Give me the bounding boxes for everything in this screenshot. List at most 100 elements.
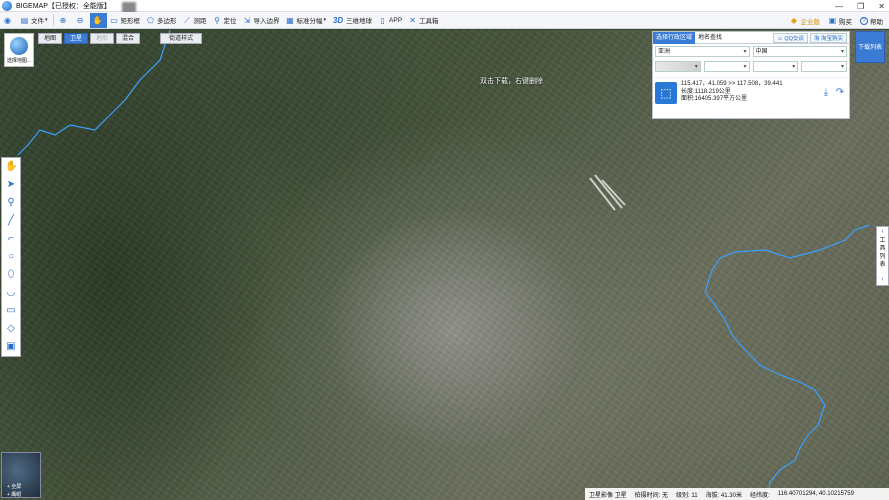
main-toolbar: ◉ ▤ 文件 ▾ ⊕ ⊖ ✋ ▭ 矩形框 ⬠ 多边形 ⟋ 测距 ⚲ 定位 ⇲ 导入边界 ▦ 标准… bbox=[0, 12, 889, 29]
polygon-select-button[interactable]: ⬠ 多边形 bbox=[143, 13, 180, 28]
tab-place-search[interactable]: 地名查找 bbox=[695, 32, 725, 44]
map-source-selector[interactable]: 选择地图... bbox=[4, 33, 34, 67]
standard-sheet-button[interactable]: ▦ 标准分幅 ▾ bbox=[283, 13, 330, 28]
3d-icon: 3D bbox=[332, 15, 344, 25]
map-hint-text: 双击下载，右键删除 bbox=[480, 78, 543, 85]
continent-select[interactable]: 亚洲 bbox=[655, 46, 750, 57]
polyline-icon[interactable]: ⌐ bbox=[5, 232, 17, 245]
ruler-icon: ⟋ bbox=[184, 15, 190, 25]
help-button[interactable]: ? 帮助 bbox=[858, 13, 885, 28]
tab-satellite[interactable]: 卫星 bbox=[64, 33, 89, 44]
buy-button[interactable]: ▣ 购买 bbox=[826, 13, 854, 28]
globe-icon: ◉ bbox=[4, 15, 11, 25]
runway-marks bbox=[589, 174, 626, 211]
tab-map[interactable]: 地图 bbox=[38, 33, 63, 44]
map-type-tabs: 地图 卫星 地形 混合 街道样式 bbox=[38, 33, 203, 44]
measure-distance-button[interactable]: ⟋ 测距 bbox=[180, 13, 210, 28]
cart-icon: ▣ bbox=[828, 16, 837, 25]
toolbar-right-group: ◆ 企业版 ▣ 购买 ? 帮助 bbox=[788, 12, 886, 29]
locate-pin-icon: ⚲ bbox=[214, 15, 220, 25]
district-select[interactable] bbox=[752, 61, 799, 72]
status-layer: 卫星影像 卫星 bbox=[589, 492, 627, 499]
zoom-in-button[interactable]: ⊕ bbox=[56, 13, 73, 28]
download-icon[interactable]: ⤓ bbox=[819, 87, 833, 98]
qq-chat-button[interactable]: ☺ QQ交谈 bbox=[773, 32, 808, 43]
toolbox-icon: ✕ bbox=[409, 15, 416, 25]
close-icon[interactable]: ✕ bbox=[878, 2, 885, 11]
taobao-buy-button[interactable]: 淘 淘宝购买 bbox=[809, 32, 847, 43]
drawing-tools: ✋ ➤ ⚲ ╱ ⌐ ○ ⬯ ◡ ▭ ◇ ▣ bbox=[1, 157, 21, 357]
province-select[interactable] bbox=[655, 61, 701, 72]
country-select[interactable]: 中国 bbox=[752, 46, 847, 57]
import-boundary-button[interactable]: ⇲ 导入边界 bbox=[240, 13, 283, 28]
taobao-icon: 淘 bbox=[813, 35, 820, 42]
tool-list-tab[interactable]: ‹ 工 具 列 表 ‹ bbox=[876, 226, 889, 286]
app-button[interactable]: ▯ APP bbox=[375, 13, 405, 28]
toolbar-divider bbox=[52, 14, 54, 26]
city-select[interactable] bbox=[703, 61, 750, 72]
pointer-icon[interactable]: ➤ bbox=[5, 178, 17, 191]
file-menu-button[interactable]: ▤ 文件 ▾ bbox=[17, 13, 51, 28]
qq-icon: ☺ bbox=[777, 35, 783, 42]
line-icon[interactable]: ╱ bbox=[5, 214, 17, 227]
import-boundary-icon: ⇲ bbox=[243, 15, 251, 25]
rectangle-icon[interactable]: ▭ bbox=[5, 304, 17, 317]
download-list-button[interactable]: 下载列表 bbox=[855, 31, 885, 63]
minimize-icon[interactable]: — bbox=[835, 2, 843, 11]
title-bar: BIGEMAP【已授权：全能版】 — ❐ ✕ bbox=[0, 0, 889, 14]
eagle-eye-label[interactable]: + 鹰眼 bbox=[7, 491, 21, 498]
region-row-1: 亚洲 中国 bbox=[653, 44, 849, 59]
region-row-2 bbox=[653, 59, 849, 74]
ellipse-icon[interactable]: ⬯ bbox=[5, 268, 17, 281]
chevron-left-icon: ‹ bbox=[881, 276, 884, 283]
status-capture-time: 拍摄时间: 无 bbox=[634, 492, 669, 499]
status-coords: 116.40701294, 40.10215759 bbox=[777, 491, 854, 497]
enterprise-button[interactable]: ◆ 企业版 bbox=[788, 13, 823, 28]
selection-area-icon: ⬚ bbox=[655, 81, 677, 104]
street-style-button[interactable]: 街道样式 bbox=[160, 33, 203, 44]
tab-terrain[interactable]: 地形 bbox=[90, 33, 115, 44]
app-logo-icon bbox=[2, 0, 12, 11]
town-select[interactable] bbox=[801, 61, 847, 72]
status-bar: 卫星影像 卫星 拍摄时间: 无 级别: 11 海拔: 41.30米 经纬度: 1… bbox=[585, 488, 889, 500]
range-text: 115.417，41.059 >> 117.508，39.441 bbox=[681, 81, 783, 88]
tab-hybrid[interactable]: 混合 bbox=[116, 33, 141, 44]
pan-button[interactable]: ✋ bbox=[89, 12, 107, 28]
area-text: 面积:16405.397平方公里 bbox=[681, 96, 748, 103]
globe-icon bbox=[10, 37, 28, 55]
circle-icon[interactable]: ○ bbox=[5, 250, 17, 263]
app-phone-icon: ▯ bbox=[380, 15, 385, 25]
minimap[interactable]: + 全屏 + 鹰眼 bbox=[1, 452, 41, 498]
zoom-out-button[interactable]: ⊖ bbox=[73, 13, 90, 28]
rectangle-select-icon: ▭ bbox=[110, 15, 118, 25]
selection-info-text: 115.417，41.059 >> 117.508，39.441 长度:1118… bbox=[681, 81, 819, 104]
rectangle-select-button[interactable]: ▭ 矩形框 bbox=[107, 13, 144, 28]
maximize-icon[interactable]: ❐ bbox=[857, 2, 864, 11]
status-level: 级别: 11 bbox=[676, 492, 698, 499]
region-panel: 选择行政区域 地名查找 ☺ QQ交谈 淘 淘宝购买 亚洲 中国 ⬚ 115.41… bbox=[652, 31, 850, 119]
selection-info: ⬚ 115.417，41.059 >> 117.508，39.441 长度:11… bbox=[655, 77, 847, 107]
zoom-in-icon: ⊕ bbox=[59, 15, 67, 25]
tab-select-region[interactable]: 选择行政区域 bbox=[653, 31, 696, 44]
map-source-label: 选择地图... bbox=[6, 58, 32, 64]
status-coords-label: 经纬度: bbox=[749, 492, 770, 499]
grid-icon: ▦ bbox=[286, 15, 294, 25]
marker-icon[interactable]: ⚲ bbox=[5, 196, 17, 209]
app-title: BIGEMAP【已授权：全能版】 bbox=[16, 2, 111, 10]
3d-earth-button[interactable]: 3D 三维地球 bbox=[329, 13, 375, 28]
toolbar-app-icon[interactable]: ◉ bbox=[0, 13, 17, 28]
layers-icon[interactable]: ▣ bbox=[5, 340, 17, 353]
panel-tabs: 选择行政区域 地名查找 ☺ QQ交谈 淘 淘宝购买 bbox=[653, 31, 849, 44]
locate-button[interactable]: ⚲ 定位 bbox=[210, 13, 240, 28]
fullscreen-label[interactable]: + 全屏 bbox=[7, 483, 21, 490]
diamond-icon: ◆ bbox=[790, 16, 798, 25]
tag-icon[interactable]: ◇ bbox=[5, 322, 17, 335]
arc-icon[interactable]: ◡ bbox=[5, 286, 17, 299]
zoom-out-icon: ⊖ bbox=[76, 15, 84, 25]
boundary-line-east bbox=[704, 224, 871, 500]
hand-icon[interactable]: ✋ bbox=[5, 160, 17, 173]
pan-hand-icon: ✋ bbox=[92, 15, 103, 25]
panel-buttons: ☺ QQ交谈 淘 淘宝购买 bbox=[773, 32, 849, 43]
share-icon[interactable]: ↷ bbox=[833, 87, 847, 98]
toolbox-button[interactable]: ✕ 工具箱 bbox=[405, 13, 442, 28]
